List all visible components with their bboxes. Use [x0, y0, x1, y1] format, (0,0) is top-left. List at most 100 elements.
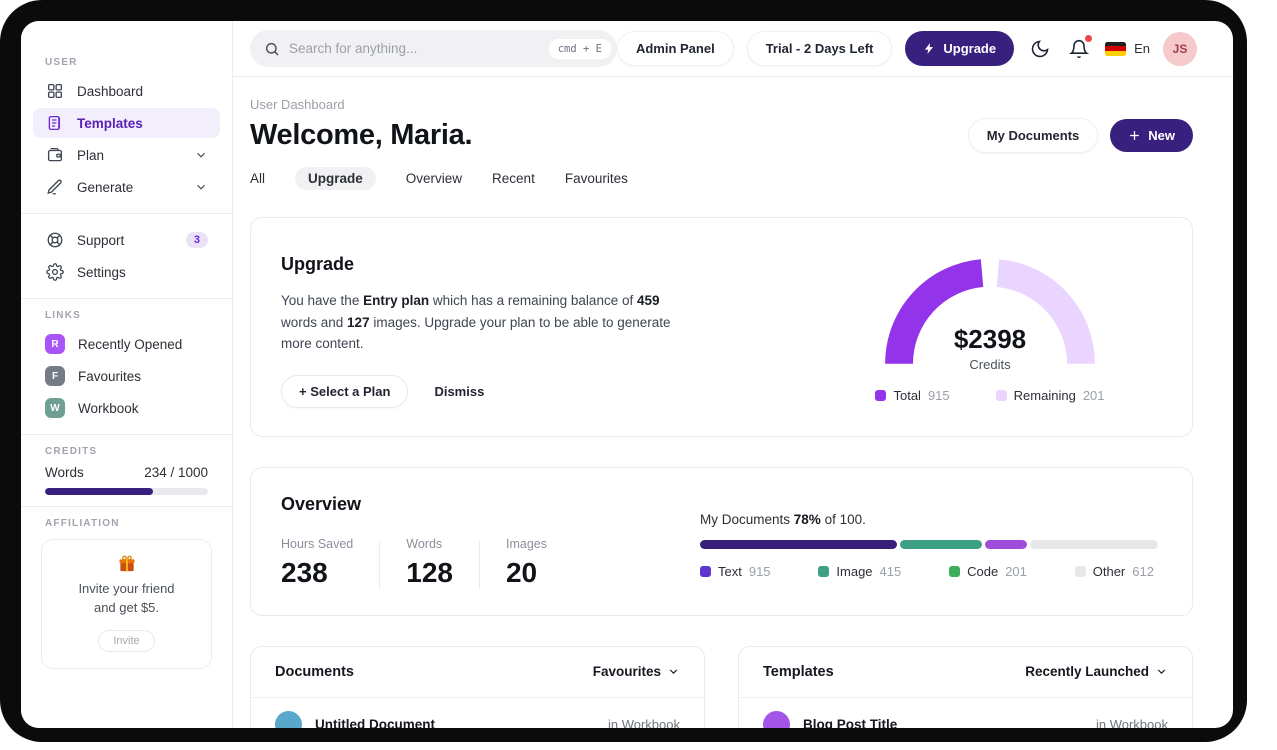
select-plan-button[interactable]: + Select a Plan	[281, 374, 409, 408]
search-input[interactable]	[289, 41, 549, 56]
sidebar-item-label: Generate	[77, 179, 134, 195]
tab-recent[interactable]: Recent	[492, 167, 535, 190]
german-flag-icon	[1105, 41, 1127, 56]
credits-progress-fill	[45, 488, 153, 495]
sidebar-link-label: Favourites	[78, 368, 142, 384]
bar-segment-text	[700, 539, 897, 549]
notifications-bell-icon[interactable]	[1066, 34, 1093, 62]
templates-card-title: Templates	[763, 663, 834, 680]
template-row[interactable]: Blog Post Title in Workbook	[739, 698, 1192, 728]
chevron-down-icon	[194, 148, 208, 162]
upgrade-card-title: Upgrade	[281, 254, 355, 274]
sidebar-item-label: Settings	[77, 264, 126, 280]
lightning-bolt-icon	[923, 42, 936, 55]
sidebar-item-label: Support	[77, 232, 125, 248]
sidebar-item-generate[interactable]: Generate	[33, 172, 220, 202]
legend-image: Image 415	[818, 564, 901, 579]
topbar-actions: Admin Panel Trial - 2 Days Left Upgrade	[616, 31, 1197, 66]
stat-hours-saved: Hours Saved 238	[281, 536, 354, 588]
new-button[interactable]: New	[1110, 119, 1193, 152]
bar-legend: Text 915 Image 415 Code 201 Other 612	[700, 564, 1158, 579]
sidebar-link-label: Recently Opened	[78, 336, 183, 352]
topbar: cmd + E Admin Panel Trial - 2 Days Left …	[233, 21, 1233, 77]
tab-favourites[interactable]: Favourites	[565, 167, 628, 190]
credits-gauge: $2398 Credits	[876, 248, 1104, 372]
sidebar-item-label: Templates	[77, 115, 143, 131]
legend-text: Text 915	[700, 564, 771, 579]
overview-card: Overview Hours Saved 238 Words 128 Image…	[250, 466, 1193, 616]
plan-wallet-icon	[45, 146, 64, 165]
gauge-caption: Credits	[969, 357, 1011, 372]
tab-all[interactable]: All	[250, 167, 265, 190]
search-box[interactable]: cmd + E	[250, 30, 617, 67]
chevron-down-icon	[194, 180, 208, 194]
sidebar-section-user: USER	[45, 57, 78, 68]
dismiss-button[interactable]: Dismiss	[434, 384, 484, 399]
credits-value: 234 / 1000	[144, 465, 208, 480]
chevron-down-icon	[667, 665, 680, 678]
sidebar-section-affiliation: AFFILIATION	[45, 518, 120, 529]
admin-panel-button[interactable]: Admin Panel	[616, 31, 734, 66]
templates-filter-dropdown[interactable]: Recently Launched	[1025, 664, 1168, 679]
templates-card: Templates Recently Launched Blog Post Ti…	[738, 645, 1193, 728]
user-avatar[interactable]: JS	[1163, 31, 1197, 66]
sidebar-item-settings[interactable]: Settings	[33, 257, 220, 287]
sidebar-link-recently-opened[interactable]: R Recently Opened	[33, 329, 220, 359]
upgrade-card: Upgrade You have the Entry plan which ha…	[250, 217, 1193, 437]
theme-toggle-moon-icon[interactable]	[1027, 36, 1053, 62]
invite-button[interactable]: Invite	[98, 629, 155, 652]
stat-words: Words 128	[406, 536, 453, 588]
my-documents-button[interactable]: My Documents	[967, 118, 1099, 153]
sidebar-item-plan[interactable]: Plan	[33, 140, 220, 170]
content: User Dashboard Welcome, Maria. My Docume…	[233, 77, 1233, 728]
sidebar-item-templates[interactable]: Templates	[33, 108, 220, 138]
breadcrumb: User Dashboard	[250, 97, 345, 112]
templates-document-icon	[45, 114, 64, 133]
trial-status-button[interactable]: Trial - 2 Days Left	[746, 31, 893, 66]
document-title: Untitled Document	[315, 716, 435, 728]
search-shortcut-badge: cmd + E	[548, 38, 611, 59]
sidebar-item-dashboard[interactable]: Dashboard	[33, 76, 220, 106]
sidebar-link-label: Workbook	[78, 400, 139, 416]
document-location: in Workbook	[607, 716, 680, 728]
gauge-amount: $2398	[953, 324, 1027, 354]
sidebar-item-label: Plan	[77, 147, 105, 163]
chevron-down-icon	[1155, 665, 1168, 678]
sidebar-link-workbook[interactable]: W Workbook	[33, 393, 220, 423]
gauge-legend: Total 915 Remaining 201	[875, 388, 1105, 403]
sidebar-link-favourites[interactable]: F Favourites	[33, 361, 220, 391]
documents-stacked-bar	[700, 539, 1158, 549]
sidebar-divider	[21, 506, 232, 507]
sidebar: USER Dashboard Templates Plan Generate S…	[21, 21, 233, 728]
tab-overview[interactable]: Overview	[406, 167, 462, 190]
documents-progress-title: My Documents 78% of 100.	[700, 511, 866, 527]
search-icon	[264, 41, 280, 57]
documents-card: Documents Favourites Untitled Document i…	[250, 645, 705, 728]
support-lifebuoy-icon	[45, 231, 64, 250]
stat-images: Images 20	[505, 536, 547, 588]
sidebar-divider	[21, 213, 232, 214]
tab-upgrade[interactable]: Upgrade	[295, 167, 376, 190]
template-avatar	[763, 710, 790, 728]
language-selector[interactable]: En	[1105, 41, 1150, 56]
sidebar-item-support[interactable]: Support 3	[33, 225, 220, 255]
bar-segment-image	[899, 539, 983, 549]
link-initial-badge: W	[45, 398, 65, 418]
link-initial-badge: R	[45, 334, 65, 354]
bar-segment-other	[1029, 539, 1158, 549]
support-count-badge: 3	[185, 232, 208, 248]
legend-remaining-swatch	[995, 390, 1007, 401]
document-row[interactable]: Untitled Document in Workbook	[251, 698, 704, 728]
link-initial-badge: F	[45, 366, 65, 386]
stats-row: Hours Saved 238 Words 128 Images 20	[281, 537, 700, 589]
affiliation-card: Invite your friend and get $5. Invite	[41, 539, 212, 669]
documents-filter-dropdown[interactable]: Favourites	[593, 664, 680, 679]
generate-pencil-icon	[45, 178, 64, 197]
upgrade-card-body: You have the Entry plan which has a rema…	[281, 293, 671, 352]
legend-code: Code 201	[949, 564, 1027, 579]
sidebar-section-credits: CREDITS	[45, 446, 98, 457]
sidebar-section-links: LINKS	[45, 310, 81, 321]
bar-segment-code	[985, 539, 1027, 549]
upgrade-button[interactable]: Upgrade	[905, 31, 1015, 66]
credits-row: Words 234 / 1000	[45, 465, 208, 480]
